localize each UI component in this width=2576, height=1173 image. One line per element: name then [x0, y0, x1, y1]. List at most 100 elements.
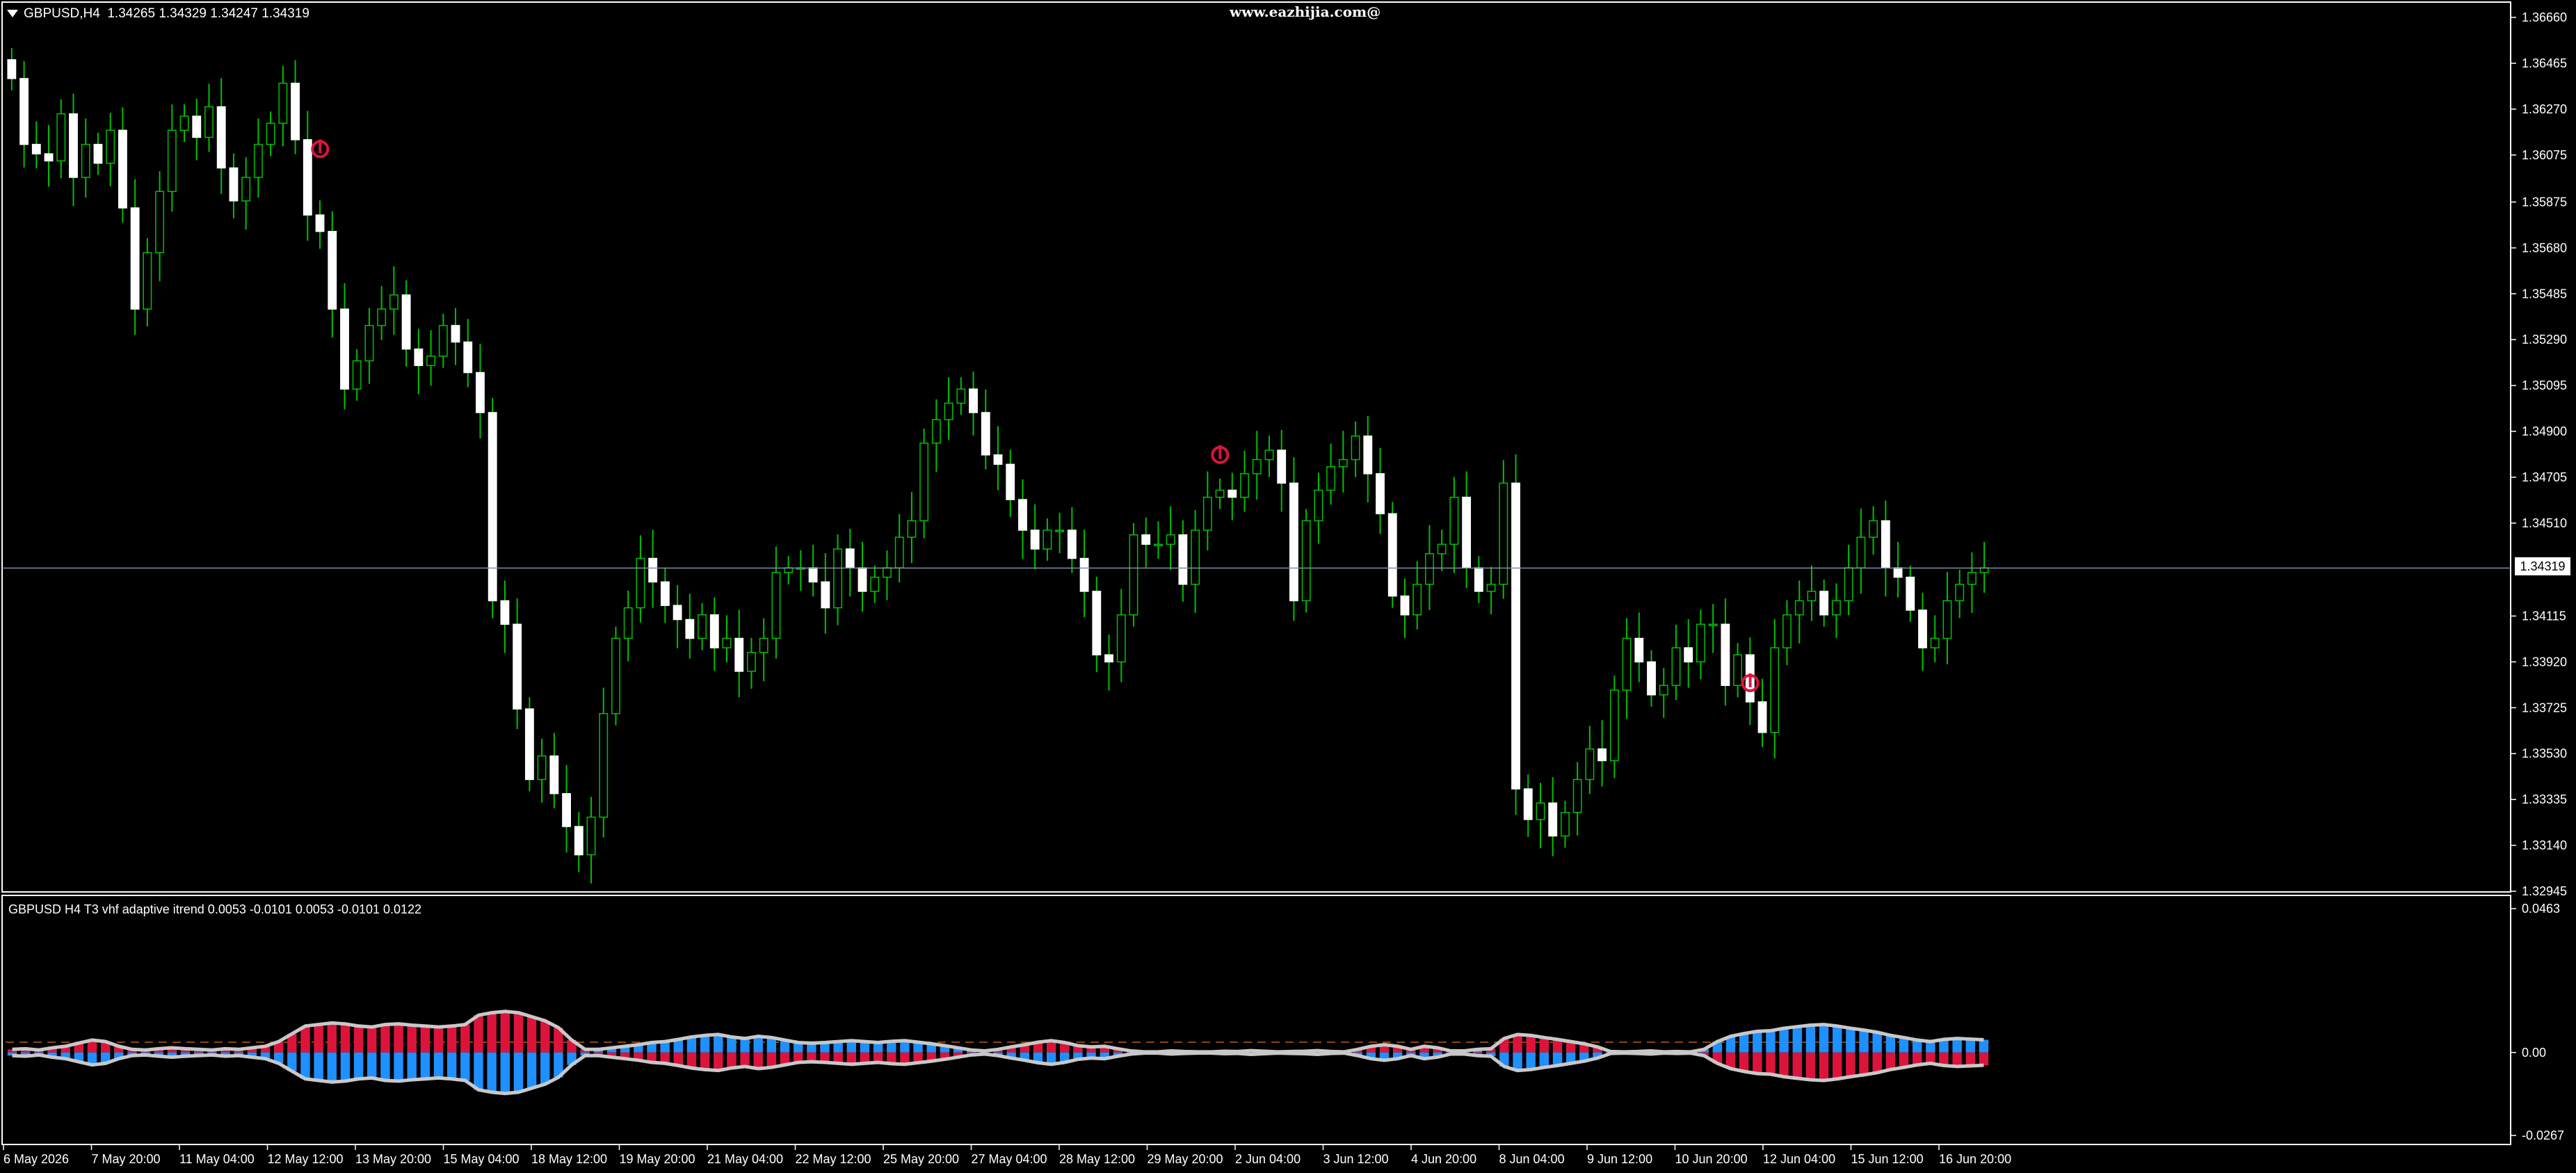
bull-candle-body	[1967, 572, 1977, 585]
bull-candle-body	[698, 614, 707, 639]
bull-candle-body	[1116, 614, 1126, 663]
price-axis-label: 1.34510	[2522, 516, 2567, 530]
bull-candle-body	[167, 129, 177, 192]
price-axis-label: 1.35290	[2522, 333, 2567, 346]
bear-candle-body	[476, 372, 485, 413]
bull-candle-body	[1154, 543, 1163, 547]
bull-candle-body	[1055, 529, 1065, 532]
price-axis-label: 1.33725	[2522, 701, 2567, 715]
bull-candle-body	[537, 755, 547, 781]
bear-candle-body	[1893, 567, 1903, 578]
price-axis-label: 1.34115	[2522, 609, 2566, 623]
symbol-header[interactable]: GBPUSD,H4 1.34265 1.34329 1.34247 1.3431…	[7, 6, 309, 22]
bear-candle-body	[44, 153, 54, 161]
price-axis-label: 1.36465	[2522, 56, 2567, 70]
bull-candle-body	[833, 548, 842, 609]
bull-candle-body	[1486, 584, 1496, 592]
bull-candle-body	[870, 576, 880, 592]
bear-candle-body	[1523, 788, 1533, 820]
bull-candle-body	[1609, 689, 1619, 762]
bull-candle-body	[1536, 802, 1545, 820]
bear-candle-body	[488, 412, 497, 602]
collapse-triangle-icon[interactable]	[7, 10, 18, 18]
time-axis-label: 6 May 2026	[3, 1152, 69, 1166]
bull-candle-body	[1696, 623, 1705, 663]
bear-candle-body	[500, 600, 510, 625]
bull-candle-body	[599, 712, 609, 818]
bear-candle-body	[524, 708, 534, 781]
bear-candle-body	[315, 214, 325, 232]
bull-candle-body	[1869, 520, 1878, 538]
bear-candle-body	[562, 792, 571, 827]
bear-candle-body	[1634, 637, 1644, 663]
time-axis-label: 19 May 20:00	[620, 1152, 695, 1166]
bull-candle-body	[1166, 534, 1175, 545]
bear-candle-body	[1400, 595, 1410, 616]
bull-candle-body	[81, 143, 90, 178]
bull-candle-body	[1770, 647, 1780, 733]
bear-candle-body	[1141, 534, 1151, 545]
bull-candle-body	[611, 637, 620, 715]
bear-candle-body	[216, 106, 226, 169]
bull-candle-body	[722, 637, 732, 648]
bull-candle-body	[1240, 473, 1249, 498]
bull-candle-body	[771, 572, 781, 639]
time-axis-label: 29 May 20:00	[1148, 1152, 1223, 1166]
bear-candle-body	[340, 308, 349, 390]
bull-candle-body	[1338, 458, 1348, 468]
bear-candle-body	[229, 167, 239, 202]
time-axis-label: 18 May 12:00	[531, 1152, 607, 1166]
bull-candle-body	[1191, 529, 1200, 585]
bear-candle-body	[130, 207, 140, 310]
price-axis-label: 1.34900	[2522, 424, 2567, 438]
indicator-header: GBPUSD H4 T3 vhf adaptive itrend 0.0053 …	[8, 902, 422, 916]
watermark: www.eazhijia.com@	[1230, 3, 1381, 20]
current-price-tag: 1.34319	[2515, 557, 2570, 575]
bull-candle-body	[623, 607, 633, 639]
bear-candle-body	[1006, 463, 1015, 500]
bull-candle-body	[438, 325, 448, 357]
chart-canvas[interactable]: 1.36660 1.36465 1.36270 1.36075 1.35875 1.356…	[0, 0, 2576, 1173]
price-axis-label: 1.35095	[2522, 378, 2567, 392]
bear-candle-body	[1079, 557, 1089, 592]
bull-candle-body	[1449, 496, 1459, 545]
bear-candle-body	[463, 341, 473, 374]
bull-candle-body	[1585, 748, 1595, 781]
bull-candle-body	[907, 520, 917, 538]
bear-candle-body	[1511, 482, 1520, 790]
bull-candle-body	[1807, 591, 1817, 602]
bear-candle-body	[673, 605, 682, 621]
price-axis-label: 1.32945	[2522, 884, 2567, 898]
time-axis-label: 12 Jun 04:00	[1763, 1152, 1835, 1166]
time-axis-label: 8 Jun 04:00	[1499, 1152, 1565, 1166]
time-axis-label: 21 May 04:00	[707, 1152, 783, 1166]
bear-candle-body	[845, 548, 855, 568]
bull-candle-body	[956, 388, 966, 404]
bull-candle-body	[253, 143, 263, 178]
bull-candle-body	[1425, 553, 1434, 585]
bear-candle-body	[1067, 529, 1077, 559]
bull-candle-body	[1129, 534, 1138, 616]
bull-candle-body	[278, 82, 288, 124]
time-axis-label: 3 Jun 12:00	[1323, 1152, 1389, 1166]
bear-candle-body	[69, 113, 78, 178]
bear-candle-body	[1387, 513, 1397, 597]
bull-candle-body	[1942, 600, 1952, 639]
time-axis-label: 27 May 04:00	[972, 1152, 1047, 1166]
bear-candle-body	[118, 129, 127, 209]
indicator-axis-label: -0.0267	[2522, 1128, 2564, 1142]
bear-candle-body	[993, 454, 1003, 465]
time-axis-label: 13 May 20:00	[355, 1152, 431, 1166]
chart-background	[0, 0, 2576, 1173]
time-axis-label: 16 Jun 20:00	[1939, 1152, 2011, 1166]
bull-candle-body	[1955, 584, 1965, 602]
bear-candle-body	[1462, 496, 1472, 568]
bull-candle-body	[155, 191, 165, 253]
bear-candle-body	[1178, 534, 1188, 585]
bear-candle-body	[1647, 661, 1656, 696]
bull-candle-body	[919, 442, 929, 522]
bull-candle-body	[759, 637, 768, 653]
bear-candle-body	[1363, 436, 1373, 474]
time-axis-label: 15 Jun 12:00	[1851, 1152, 1924, 1166]
symbol-header-text: GBPUSD,H4 1.34265 1.34329 1.34247 1.3431…	[24, 6, 309, 21]
